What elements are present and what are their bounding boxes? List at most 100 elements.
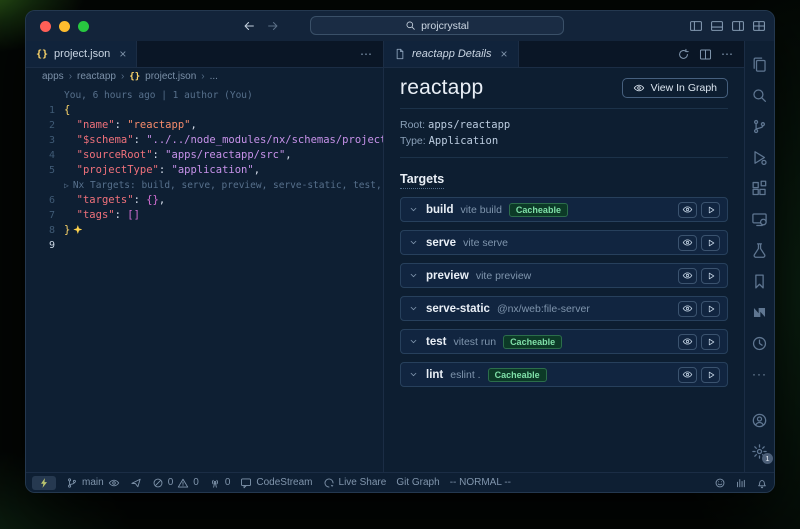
close-tab-icon[interactable]: ×	[119, 47, 126, 61]
run-target-button[interactable]	[701, 301, 720, 317]
divider	[400, 108, 728, 109]
close-tab-icon[interactable]: ×	[501, 47, 508, 61]
status-publish-icon[interactable]	[130, 477, 142, 489]
run-target-button[interactable]	[701, 334, 720, 350]
status-label: CodeStream	[256, 477, 312, 488]
status-label: Live Share	[339, 477, 387, 488]
activity-item-run-and-debug-icon[interactable]	[751, 148, 769, 166]
nx-targets-codelens[interactable]: ▷Nx Targets: build, serve, preview, serv…	[64, 178, 383, 193]
status-live-share[interactable]: Live Share	[323, 477, 387, 489]
view-target-button[interactable]	[678, 235, 697, 251]
toggle-secondary-sidebar-icon[interactable]	[731, 19, 745, 33]
code-text[interactable]: "targets": {},	[64, 193, 165, 208]
close-window-button[interactable]	[40, 21, 51, 32]
forward-arrow-icon[interactable]	[266, 19, 280, 33]
view-target-button[interactable]	[678, 367, 697, 383]
target-command: @nx/web:file-server	[497, 303, 590, 315]
tab-reactapp-details[interactable]: reactapp Details ×	[384, 41, 519, 67]
run-target-button[interactable]	[701, 202, 720, 218]
back-arrow-icon[interactable]	[242, 19, 256, 33]
status-git-branch[interactable]: main	[66, 477, 120, 489]
refresh-icon[interactable]	[677, 48, 690, 61]
breadcrumb-separator: ›	[69, 71, 72, 82]
code-text[interactable]: }	[64, 223, 82, 238]
breadcrumb-more[interactable]: ...	[210, 71, 218, 82]
status-bar-right	[714, 477, 768, 489]
split-editor-icon[interactable]	[699, 48, 712, 61]
code-text[interactable]: "tags": []	[64, 208, 140, 223]
chevron-down-icon[interactable]	[408, 204, 419, 215]
view-in-graph-label: View In Graph	[651, 82, 717, 94]
target-row-build[interactable]: buildvite buildCacheable	[400, 197, 728, 222]
chevron-down-icon[interactable]	[408, 369, 419, 380]
search-value: projcrystal	[421, 20, 469, 32]
history-nav	[242, 11, 280, 41]
status-vim-mode[interactable]: -- NORMAL --	[450, 477, 511, 488]
activity-item-bookmarks-icon[interactable]	[751, 272, 769, 290]
more-actions-icon[interactable]: ⋯	[360, 47, 373, 61]
command-center-search[interactable]: projcrystal	[310, 16, 564, 35]
code-text[interactable]: "$schema": "../../node_modules/nx/schema…	[64, 133, 383, 148]
run-target-button[interactable]	[701, 367, 720, 383]
liveshare-icon	[323, 477, 335, 489]
gitlens-blame[interactable]: You, 6 hours ago | 1 author (You)	[64, 88, 253, 103]
target-row-serve[interactable]: servevite serve	[400, 230, 728, 255]
code-text[interactable]: "projectType": "application",	[64, 163, 260, 178]
run-target-button[interactable]	[701, 268, 720, 284]
chevron-down-icon[interactable]	[408, 237, 419, 248]
breadcrumb-apps[interactable]: apps	[42, 71, 64, 82]
view-target-button[interactable]	[678, 202, 697, 218]
target-row-preview[interactable]: previewvite preview	[400, 263, 728, 288]
activity-item-explorer-icon[interactable]	[751, 55, 769, 73]
run-target-button[interactable]	[701, 235, 720, 251]
breadcrumb-reactapp[interactable]: reactapp	[77, 71, 116, 82]
status-notifications-bell[interactable]	[756, 477, 768, 489]
toggle-sidebar-icon[interactable]	[689, 19, 703, 33]
breadcrumb-file[interactable]: project.json	[145, 71, 196, 82]
status-label: 0	[225, 477, 231, 488]
status-git-graph[interactable]: Git Graph	[396, 477, 439, 488]
chevron-down-icon[interactable]	[408, 336, 419, 347]
view-target-button[interactable]	[678, 301, 697, 317]
status-problems[interactable]: 00	[152, 477, 199, 489]
activity-item-gitlens-icon[interactable]	[751, 334, 769, 352]
breadcrumb-separator: ›	[201, 71, 204, 82]
activity-item-nx-console-icon[interactable]	[751, 303, 769, 321]
status-feedback-smiley[interactable]	[714, 477, 726, 489]
code-line: 9	[26, 238, 383, 253]
toggle-panel-icon[interactable]	[710, 19, 724, 33]
minimize-window-button[interactable]	[59, 21, 70, 32]
status-remote-indicator[interactable]	[32, 476, 56, 490]
target-row-lint[interactable]: linteslint .Cacheable	[400, 362, 728, 387]
zoom-window-button[interactable]	[78, 21, 89, 32]
chevron-down-icon[interactable]	[408, 303, 419, 314]
code-editor[interactable]: You, 6 hours ago | 1 author (You)1{2 "na…	[26, 85, 383, 472]
activity-item-search-icon[interactable]	[751, 86, 769, 104]
breadcrumb[interactable]: apps › reactapp › {} project.json › ...	[26, 68, 383, 85]
more-actions-icon[interactable]: ⋯	[721, 47, 734, 61]
settings-gear-icon[interactable]: 1	[751, 442, 769, 460]
activity-item-more-icon[interactable]: ···	[751, 365, 769, 383]
target-row-test[interactable]: testvitest runCacheable	[400, 329, 728, 354]
view-in-graph-button[interactable]: View In Graph	[622, 78, 728, 98]
code-text[interactable]: "sourceRoot": "apps/reactapp/src",	[64, 148, 292, 163]
activity-item-source-control-icon[interactable]	[751, 117, 769, 135]
customize-layout-icon[interactable]	[752, 19, 766, 33]
account-icon[interactable]	[751, 411, 769, 429]
status-broadcast-count[interactable]: 0	[209, 477, 231, 489]
smiley-icon	[714, 477, 726, 489]
target-command: vite build	[460, 204, 501, 216]
target-row-serve-static[interactable]: serve-static@nx/web:file-server	[400, 296, 728, 321]
code-text[interactable]: {	[64, 103, 70, 118]
activity-item-remote-explorer-icon[interactable]	[751, 210, 769, 228]
activity-item-extensions-icon[interactable]	[751, 179, 769, 197]
copilot-sparkle-icon	[73, 225, 82, 234]
code-text[interactable]: "name": "reactapp",	[64, 118, 197, 133]
status-codestream[interactable]: CodeStream	[240, 477, 312, 489]
status-console-levels[interactable]	[735, 477, 747, 489]
tab-project-json[interactable]: {} project.json ×	[26, 41, 137, 67]
activity-item-testing-icon[interactable]	[751, 241, 769, 259]
view-target-button[interactable]	[678, 334, 697, 350]
chevron-down-icon[interactable]	[408, 270, 419, 281]
view-target-button[interactable]	[678, 268, 697, 284]
